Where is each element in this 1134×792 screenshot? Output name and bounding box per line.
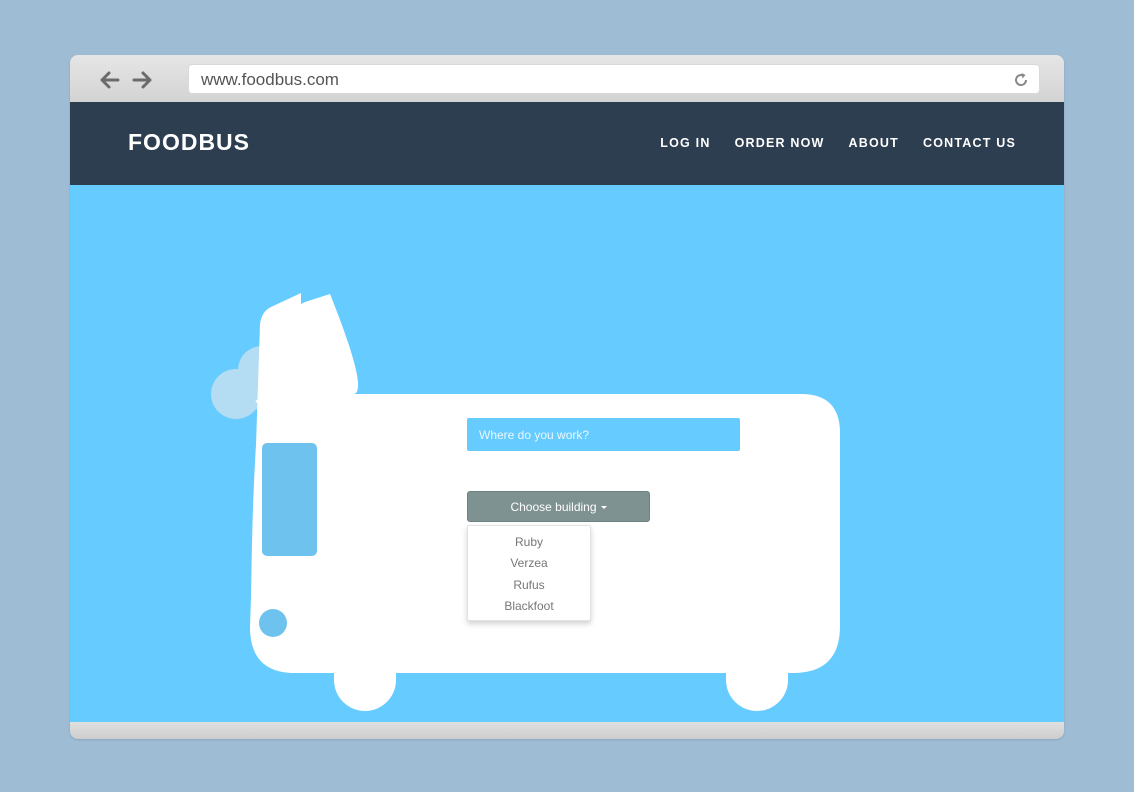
browser-bottom-bar	[70, 722, 1064, 739]
truck-wheel-front	[726, 673, 788, 711]
truck-headlight	[259, 609, 287, 637]
website-content: FOODBUS LOG IN ORDER NOW ABOUT CONTACT U…	[70, 102, 1064, 722]
reload-icon[interactable]	[1012, 71, 1030, 89]
building-option-rufus[interactable]: Rufus	[468, 575, 590, 596]
address-bar[interactable]: www.foodbus.com	[188, 64, 1040, 94]
choose-building-button[interactable]: Choose building	[467, 491, 650, 522]
truck-wheel-rear	[334, 673, 396, 711]
choose-building-label: Choose building	[510, 499, 597, 514]
forward-arrow-icon[interactable]	[130, 68, 154, 92]
truck-window	[262, 443, 317, 556]
building-dropdown-menu: Ruby Verzea Rufus Blackfoot	[467, 525, 591, 622]
food-truck-illustration	[211, 293, 840, 711]
building-option-verzea[interactable]: Verzea	[468, 553, 590, 574]
building-option-blackfoot[interactable]: Blackfoot	[468, 596, 590, 617]
page-title: FoodBus	[467, 357, 560, 383]
building-option-ruby[interactable]: Ruby	[468, 532, 590, 553]
browser-window: www.foodbus.com FOODBUS LOG IN ORDER NOW…	[70, 55, 1064, 739]
caret-down-icon	[600, 505, 607, 509]
browser-toolbar: www.foodbus.com	[70, 55, 1064, 103]
url-text: www.foodbus.com	[201, 70, 339, 89]
back-arrow-icon[interactable]	[98, 68, 122, 92]
workplace-input[interactable]	[467, 418, 740, 451]
